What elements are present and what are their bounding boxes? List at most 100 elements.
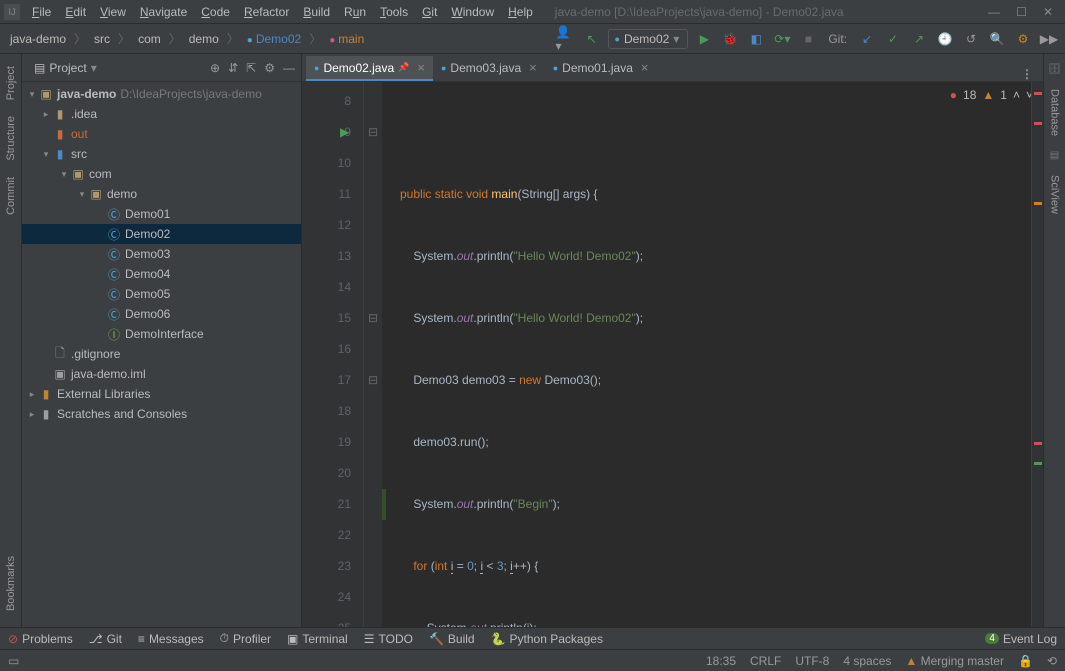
expand-all-icon[interactable]: ⇵	[228, 61, 238, 75]
status-git-branch[interactable]: ▲ Merging master	[905, 654, 1004, 668]
tool-todo[interactable]: ☰TODO	[364, 632, 413, 646]
crumb-demo[interactable]: demo	[185, 30, 223, 48]
status-indent[interactable]: 4 spaces	[843, 654, 891, 668]
maximize-icon[interactable]: ☐	[1016, 5, 1027, 19]
coverage-icon[interactable]: ◧	[746, 29, 766, 49]
db-icon[interactable]: 🗄	[1048, 64, 1061, 75]
tool-messages[interactable]: ≡Messages	[138, 632, 204, 646]
close-icon[interactable]: ✕	[1043, 5, 1053, 19]
tool-git[interactable]: ⎇Git	[89, 632, 122, 646]
tree-class[interactable]: Demo06	[125, 307, 170, 321]
line-gutter[interactable]: 8910111213141516171819202122232425	[302, 82, 364, 627]
git-rollback-icon[interactable]: ↺	[961, 29, 981, 49]
status-caret-pos[interactable]: 18:35	[706, 654, 736, 668]
settings-icon[interactable]: ⚙	[1013, 29, 1033, 49]
crumb-project[interactable]: java-demo	[6, 30, 70, 48]
tree-class[interactable]: Demo03	[125, 247, 170, 261]
collapse-all-icon[interactable]: ⇱	[246, 61, 256, 75]
side-tab-database[interactable]: Database	[1047, 81, 1063, 144]
crumb-com[interactable]: com	[134, 30, 165, 48]
tree-file-iml[interactable]: java-demo.iml	[71, 367, 146, 381]
side-tab-sciview[interactable]: SciView	[1047, 167, 1063, 222]
status-widgets-icon[interactable]: ▭	[8, 654, 19, 668]
menu-refactor[interactable]: Refactor	[238, 3, 295, 21]
tab-close-icon[interactable]: ×	[529, 60, 537, 75]
pin-icon[interactable]: 📌	[398, 62, 409, 73]
editor-tab-active[interactable]: Demo02.java📌×	[306, 56, 433, 81]
tabs-more-icon[interactable]: ⋮	[1015, 67, 1039, 81]
side-tab-project[interactable]: Project	[3, 58, 19, 108]
tree-root[interactable]: java-demo	[57, 87, 116, 101]
tab-close-icon[interactable]: ×	[641, 60, 649, 75]
stop-icon[interactable]: ■	[798, 29, 818, 49]
tree-folder-com[interactable]: com	[89, 167, 112, 181]
tree-class-selected[interactable]: Demo02	[125, 227, 170, 241]
minimize-icon[interactable]: —	[988, 5, 1000, 19]
ide-actions-icon[interactable]: ▶▶	[1039, 29, 1059, 49]
menu-navigate[interactable]: Navigate	[134, 3, 193, 21]
tool-event-log[interactable]: 4Event Log	[985, 632, 1057, 646]
lock-icon[interactable]: 🔒	[1018, 654, 1033, 668]
run-with-icon[interactable]: ⟳▾	[772, 29, 792, 49]
tree-class[interactable]: Demo05	[125, 287, 170, 301]
error-stripe[interactable]	[1031, 82, 1043, 627]
crumb-method[interactable]: main	[325, 30, 368, 48]
tree-interface[interactable]: DemoInterface	[125, 327, 204, 341]
gear-icon[interactable]: ⚙	[264, 61, 275, 75]
debug-icon[interactable]: 🐞	[720, 29, 740, 49]
editor-tab[interactable]: Demo01.java×	[545, 56, 657, 81]
select-opened-icon[interactable]: ⊕	[210, 61, 220, 75]
menu-window[interactable]: Window	[445, 3, 500, 21]
processes-icon[interactable]: ⟲	[1047, 654, 1057, 668]
project-view-selector[interactable]: ▤ Project ▾	[28, 59, 103, 77]
run-icon[interactable]: ▶	[694, 29, 714, 49]
editor-tab[interactable]: Demo03.java×	[433, 56, 545, 81]
status-encoding[interactable]: UTF-8	[795, 654, 829, 668]
add-user-icon[interactable]: 👤▾	[556, 29, 576, 49]
project-tree[interactable]: ▾▣java-demoD:\IdeaProjects\java-demo ▸▮.…	[22, 82, 301, 627]
menu-code[interactable]: Code	[195, 3, 236, 21]
menu-help[interactable]: Help	[502, 3, 539, 21]
git-history-icon[interactable]: 🕘	[935, 29, 955, 49]
sci-icon[interactable]: ▤	[1050, 150, 1059, 161]
git-update-icon[interactable]: ↙	[857, 29, 877, 49]
tab-close-icon[interactable]: ×	[417, 60, 425, 75]
menu-edit[interactable]: Edit	[59, 3, 92, 21]
tool-terminal[interactable]: ▣Terminal	[287, 632, 348, 646]
menu-build[interactable]: Build	[297, 3, 336, 21]
side-tab-commit[interactable]: Commit	[3, 169, 19, 223]
code-content[interactable]: public static void main(String[] args) {…	[382, 82, 1031, 627]
status-line-sep[interactable]: CRLF	[750, 654, 781, 668]
menu-file[interactable]: File	[26, 3, 57, 21]
tool-python[interactable]: 🐍Python Packages	[491, 632, 603, 646]
search-icon[interactable]: 🔍	[987, 29, 1007, 49]
fold-gutter[interactable]: ⊟⊟⊟	[364, 82, 382, 627]
git-push-icon[interactable]: ↗	[909, 29, 929, 49]
side-tab-structure[interactable]: Structure	[3, 108, 19, 169]
back-icon[interactable]: ↖	[582, 29, 602, 49]
tree-class[interactable]: Demo01	[125, 207, 170, 221]
tool-profiler[interactable]: ⏱Profiler	[220, 631, 271, 646]
git-commit-icon[interactable]: ✓	[883, 29, 903, 49]
titlebar: IJ File Edit View Navigate Code Refactor…	[0, 0, 1065, 24]
tree-file-gitignore[interactable]: .gitignore	[71, 347, 120, 361]
tree-folder-out[interactable]: out	[71, 127, 88, 141]
menu-git[interactable]: Git	[416, 3, 443, 21]
crumb-class[interactable]: Demo02	[243, 30, 305, 48]
menu-tools[interactable]: Tools	[374, 3, 414, 21]
tool-build[interactable]: 🔨Build	[429, 632, 475, 646]
tree-external-libs[interactable]: External Libraries	[57, 387, 150, 401]
run-config-selector[interactable]: Demo02▾	[608, 29, 689, 49]
crumb-src[interactable]: src	[90, 30, 114, 48]
hide-panel-icon[interactable]: —	[283, 61, 295, 75]
tree-folder-idea[interactable]: .idea	[71, 107, 97, 121]
tool-problems[interactable]: ⊘Problems	[8, 632, 73, 646]
side-tab-bookmarks[interactable]: Bookmarks	[3, 548, 19, 619]
menu-view[interactable]: View	[94, 3, 132, 21]
tree-class[interactable]: Demo04	[125, 267, 170, 281]
tree-folder-demo[interactable]: demo	[107, 187, 137, 201]
code-editor[interactable]: ●18 ▲1 ˄ ˅ 89101112131415161718192021222…	[302, 82, 1043, 627]
tree-folder-src[interactable]: src	[71, 147, 87, 161]
menu-run[interactable]: Run	[338, 3, 372, 21]
tree-scratches[interactable]: Scratches and Consoles	[57, 407, 187, 421]
